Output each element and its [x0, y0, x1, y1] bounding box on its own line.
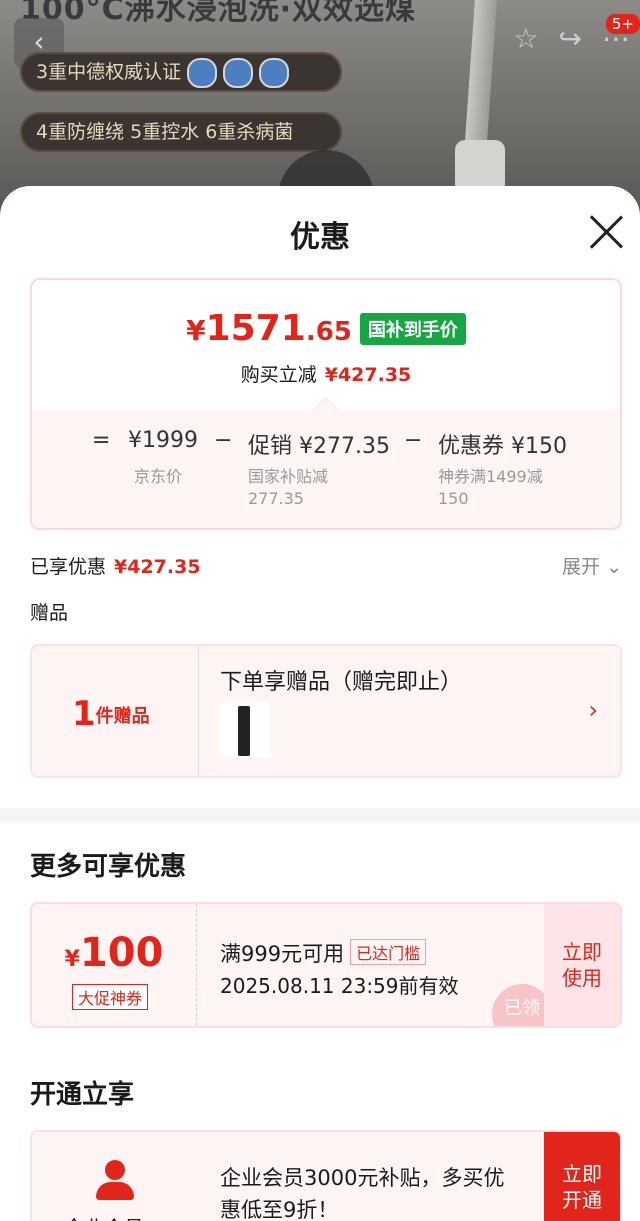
use-now-label: 立即 使用	[562, 940, 602, 990]
promo-subtitle: 国家补贴减 277.35	[248, 467, 329, 508]
coupon-type-tag: 大促神券	[72, 984, 149, 1010]
gift-card[interactable]: 1件赠品 下单享赠品（赠完即止） ›	[30, 644, 622, 778]
gift-section-label: 赠品	[30, 602, 69, 624]
certification-pill: 3重中德权威认证	[20, 52, 342, 92]
enjoyed-label: 已享优惠	[30, 556, 107, 578]
final-price: ¥1571.65	[186, 308, 352, 349]
price-breakdown-card: ¥1571.65 国补到手价 购买立减 ¥427.35 = ¥1999 京东价 − …	[30, 278, 622, 530]
coupon-condition-text: 满999元可用	[220, 942, 345, 966]
product-headline: 100°C沸水浸泡洗·双效选煤	[20, 0, 417, 27]
expand-label: 展开	[562, 556, 601, 578]
user-icon-body	[96, 1182, 134, 1200]
expand-button[interactable]: 展开 ⌄	[562, 552, 622, 579]
user-icon	[94, 1160, 136, 1202]
cert-logo-icon	[223, 57, 254, 88]
coupon-value-number: 100	[79, 930, 164, 976]
minus-sign: −	[214, 428, 233, 453]
final-price-row: ¥1571.65 国补到手价	[32, 308, 620, 349]
divider	[198, 646, 199, 776]
close-icon[interactable]	[588, 214, 624, 250]
currency-symbol: ¥	[64, 947, 80, 972]
coupon-subtitle: 神券满1499减 150	[438, 467, 543, 508]
subsidy-price-tag: 国补到手价	[359, 312, 466, 345]
gift-thumbnail[interactable]	[220, 702, 270, 758]
certification-text: 3重中德权威认证	[36, 61, 182, 83]
open-now-label: 立即 开通	[562, 1162, 602, 1212]
enjoyed-amount: ¥427.35	[114, 556, 201, 578]
reduction-label: 购买立减	[240, 364, 317, 386]
section-divider	[0, 808, 640, 822]
use-now-button[interactable]: 立即 使用	[544, 904, 620, 1026]
coupon-value-area: ¥100 大促神券	[32, 904, 197, 1026]
currency-symbol: ¥	[186, 314, 206, 347]
coupon-amount: 优惠券 ¥150	[438, 434, 567, 459]
power-strip-image	[238, 706, 250, 756]
membership-card: 企业会员 企业会员3000元补贴，多买优惠低至9折！ 立即 开通	[30, 1130, 622, 1221]
more-offers-title: 更多可享优惠	[30, 852, 187, 882]
open-offers-title: 开通立享	[30, 1080, 135, 1110]
jd-price: ¥1999	[128, 428, 198, 453]
threshold-reached-badge: 已达门槛	[350, 939, 427, 965]
product-image	[464, 0, 498, 151]
coupon-card: ¥100 大促神券 满999元可用 已达门槛 2025.08.11 23:59前有…	[30, 902, 622, 1028]
member-description: 企业会员3000元补贴，多买优惠低至9折！	[220, 1166, 505, 1221]
chevron-right-icon: ›	[588, 696, 598, 724]
jd-price-label: 京东价	[134, 467, 183, 486]
enjoyed-discount: 已享优惠 ¥427.35	[30, 552, 201, 579]
final-price-dec: .65	[305, 317, 352, 347]
features-pill: 4重防缠绕 5重控水 6重杀病菌	[20, 112, 342, 152]
discount-sheet: 优惠 ¥1571.65 国补到手价 购买立减 ¥427.35 = ¥1999 京东价…	[0, 186, 640, 1221]
equals-sign: =	[92, 428, 111, 453]
final-price-int: 1571	[205, 308, 306, 349]
gift-count-number: 1	[72, 694, 96, 734]
share-icon[interactable]: ↪	[559, 22, 582, 55]
instant-reduction: 购买立减 ¥427.35	[32, 360, 620, 387]
minus-sign: −	[404, 428, 423, 453]
gift-count: 1件赠品	[72, 694, 150, 734]
sheet-title: 优惠	[290, 220, 350, 255]
coupon-validity: 2025.08.11 23:59前有效	[220, 974, 459, 998]
coupon-value: ¥100	[32, 930, 196, 976]
gift-count-suffix: 件赠品	[95, 706, 150, 727]
gift-title: 下单享赠品（赠完即止）	[220, 670, 463, 695]
member-name: 企业会员	[64, 1212, 144, 1221]
star-icon[interactable]: ☆	[513, 22, 538, 55]
promo-amount: 促销 ¥277.35	[248, 434, 390, 459]
tuv-logo-icon	[187, 57, 218, 88]
reduction-amount: ¥427.35	[324, 364, 412, 386]
coupon-condition: 满999元可用 已达门槛	[220, 938, 427, 968]
chevron-down-icon: ⌄	[606, 556, 622, 578]
cert-logo-icon	[259, 57, 290, 88]
open-now-button[interactable]: 立即 开通	[544, 1132, 620, 1221]
user-icon-head	[105, 1160, 125, 1180]
message-badge: 5+	[605, 14, 640, 34]
claimed-stamp: 已领	[492, 984, 552, 1026]
